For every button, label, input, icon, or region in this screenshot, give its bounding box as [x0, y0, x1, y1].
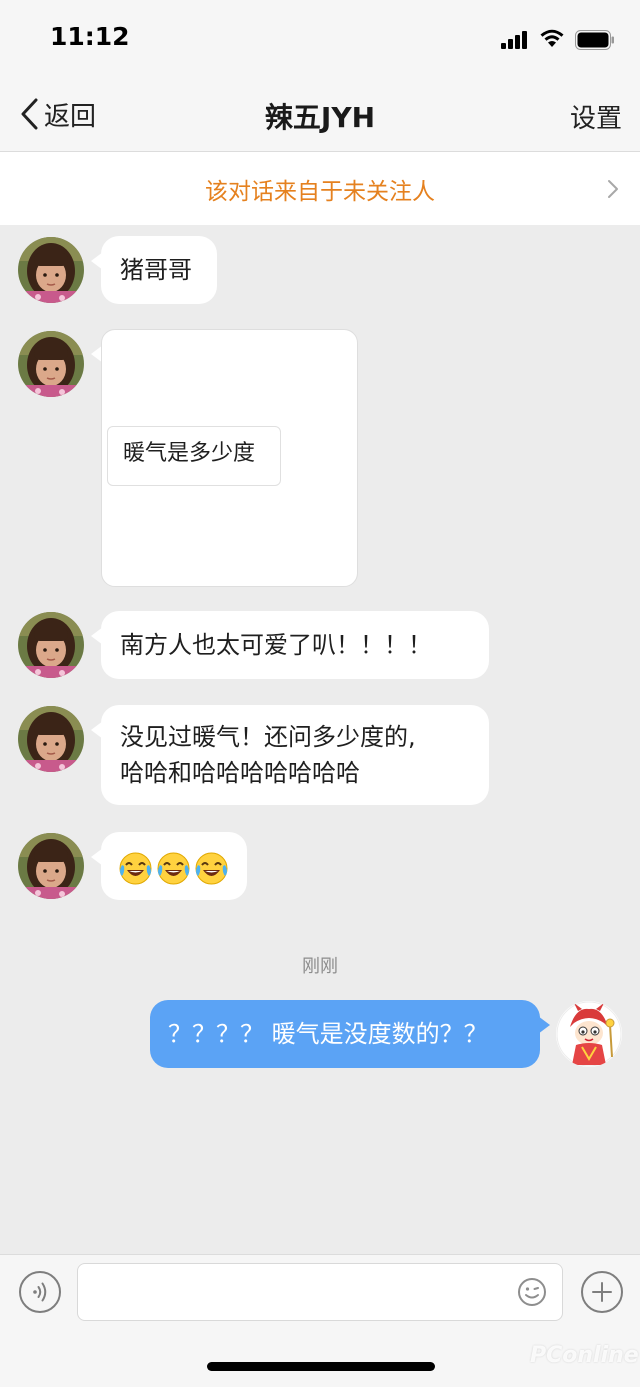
contact-avatar[interactable] — [18, 706, 84, 772]
quoted-message-card: 暖气是多少度 — [107, 426, 281, 486]
message-bubble[interactable]: 没见过暖气！还问多少度的, 哈哈和哈哈哈哈哈哈哈 — [101, 705, 489, 805]
timestamp: 刚刚 — [302, 956, 338, 977]
laughing-crying-emoji-icon — [195, 851, 228, 885]
home-indicator[interactable] — [207, 1362, 435, 1371]
wifi-icon — [540, 29, 564, 47]
status-bar: 11:12 — [0, 0, 640, 78]
emoji-picker-icon[interactable] — [517, 1277, 547, 1307]
voice-input-button[interactable] — [19, 1271, 61, 1313]
battery-icon — [575, 30, 614, 50]
message-bubble[interactable]: 南方人也太可爱了叭！！！！ — [101, 611, 489, 679]
message-text-line-2: 哈哈和哈哈哈哈哈哈哈 — [120, 759, 360, 787]
status-time: 11:12 — [50, 22, 130, 51]
message-text: 南方人也太可爱了叭！！！！ — [120, 631, 432, 659]
watermark: PConline — [530, 1343, 639, 1368]
settings-button[interactable]: 设置 — [570, 98, 622, 135]
emoji-message-bubble[interactable] — [101, 832, 247, 900]
contact-avatar[interactable] — [18, 331, 84, 397]
contact-avatar[interactable] — [18, 612, 84, 678]
stranger-notice-bar[interactable]: 该对话来自于未关注人 — [0, 152, 640, 225]
message-input[interactable] — [77, 1263, 563, 1321]
chat-title: 辣五JYH — [264, 101, 376, 134]
nav-bar: 返回 辣五JYH 设置 — [0, 78, 640, 152]
message-text-line-1: 没见过暖气！还问多少度的, — [120, 723, 416, 751]
laughing-crying-emoji-icon — [157, 851, 190, 885]
image-message-bubble[interactable]: 暖气是多少度 — [101, 329, 358, 587]
my-message-text: ？？？？ 暖气是没度数的？？ — [168, 1020, 488, 1048]
contact-avatar[interactable] — [18, 237, 84, 303]
laughing-crying-emoji-icon — [119, 851, 152, 885]
more-actions-button[interactable] — [581, 1271, 623, 1313]
quoted-message-text: 暖气是多少度 — [123, 441, 256, 466]
chevron-right-icon — [608, 180, 618, 198]
plus-icon — [592, 1282, 612, 1302]
cellular-signal-icon — [501, 31, 531, 49]
my-avatar[interactable] — [556, 1001, 622, 1067]
message-bubble[interactable]: 猪哥哥 — [101, 236, 217, 304]
contact-avatar[interactable] — [18, 833, 84, 899]
notice-text: 该对话来自于未关注人 — [205, 179, 435, 205]
my-message-bubble[interactable]: ？？？？ 暖气是没度数的？？ — [150, 1000, 540, 1068]
message-text: 猪哥哥 — [120, 256, 192, 284]
voice-icon — [33, 1282, 47, 1302]
my-bubble-tail — [538, 1016, 550, 1034]
